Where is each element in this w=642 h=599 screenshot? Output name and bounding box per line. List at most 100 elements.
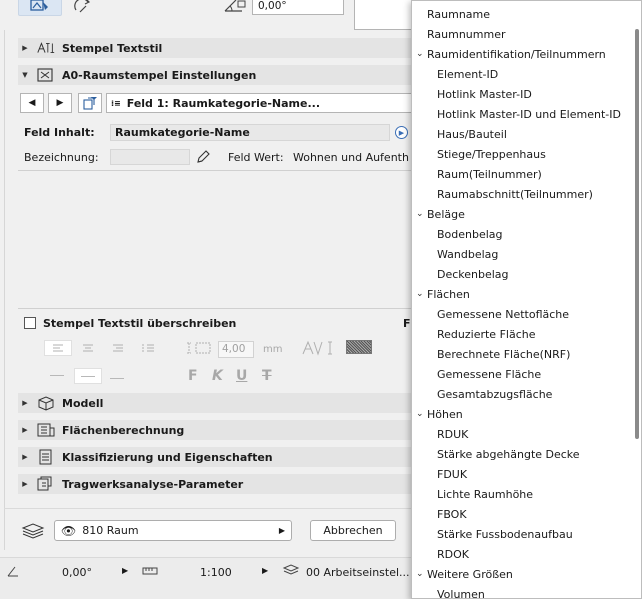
- text-size-input[interactable]: 4,00: [218, 341, 254, 358]
- menu-group-item[interactable]: ⌄ Weitere Größen: [412, 564, 632, 584]
- menu-item-label: FDUK: [437, 467, 468, 481]
- previous-field-button[interactable]: ◀: [20, 93, 44, 113]
- menu-group-item[interactable]: ⌄ Höhen: [412, 404, 632, 424]
- section-structural-analysis[interactable]: ▶ Tragwerksanalyse-Parameter: [18, 474, 418, 494]
- menu-item-label: Hotlink Master-ID und Element-ID: [437, 107, 621, 121]
- designation-input[interactable]: [110, 149, 190, 165]
- menu-item[interactable]: Gemessene Nettofläche: [412, 304, 632, 324]
- menu-item[interactable]: Hotlink Master-ID: [412, 84, 632, 104]
- menu-item-label: Raum(Teilnummer): [437, 167, 542, 181]
- edit-pencil-icon[interactable]: [194, 148, 212, 166]
- combo-arrow-icon: ▶: [278, 526, 285, 535]
- menu-item-label: Raumname: [427, 7, 491, 21]
- field-content-value[interactable]: Raumkategorie-Name: [110, 124, 390, 141]
- menu-item-label: Deckenbelag: [437, 267, 509, 281]
- field-selector-combo[interactable]: ⁞≡ Feld 1: Raumkategorie-Name...: [106, 93, 416, 113]
- view-layer-value: 810 Raum: [82, 524, 139, 537]
- menu-item-label: Stärke abgehängte Decke: [437, 447, 580, 461]
- line-style-medium-button[interactable]: [74, 368, 102, 384]
- structural-analysis-icon: [36, 476, 56, 492]
- menu-group-item[interactable]: ⌄ Beläge: [412, 204, 632, 224]
- field-value-text: Wohnen und Aufenthalt: [293, 151, 409, 164]
- menu-item[interactable]: Wandbelag: [412, 244, 632, 264]
- menu-item[interactable]: Haus/Bauteil: [412, 124, 632, 144]
- menu-item[interactable]: RDOK: [412, 544, 632, 564]
- menu-item[interactable]: Raumabschnitt(Teilnummer): [412, 184, 632, 204]
- menu-item-label: Weitere Größen: [427, 567, 513, 581]
- menu-item[interactable]: Lichte Raumhöhe: [412, 484, 632, 504]
- field-options-button[interactable]: [78, 93, 102, 113]
- menu-scrollbar[interactable]: [631, 1, 641, 598]
- expand-arrow-icon: ▶: [22, 453, 28, 461]
- menu-item-label: RDOK: [437, 547, 469, 561]
- align-justify-icon[interactable]: [138, 341, 160, 355]
- line-style-low-icon[interactable]: [110, 378, 124, 379]
- menu-item[interactable]: RDUK: [412, 424, 632, 444]
- field-content-label: Feld Inhalt:: [24, 126, 95, 139]
- status-angle[interactable]: 0,00°: [62, 566, 92, 579]
- pen-color-swatch[interactable]: [346, 340, 372, 354]
- font-letter-label: F: [403, 317, 411, 330]
- menu-item[interactable]: Raum(Teilnummer): [412, 164, 632, 184]
- status-arrow-icon[interactable]: ▶: [262, 566, 268, 575]
- menu-item[interactable]: Bodenbelag: [412, 224, 632, 244]
- menu-item-label: Raumidentifikation/Teilnummern: [427, 47, 606, 61]
- section-title: Klassifizierung und Eigenschaften: [62, 450, 273, 464]
- angle-status-icon: [6, 564, 20, 578]
- status-layer[interactable]: 00 Arbeitseinstel...: [306, 566, 410, 579]
- italic-button[interactable]: K: [212, 368, 223, 384]
- status-arrow-icon[interactable]: ▶: [122, 566, 128, 575]
- cancel-button[interactable]: Abbrechen: [310, 520, 396, 541]
- field-content-more-icon[interactable]: ▶: [395, 126, 408, 139]
- menu-item[interactable]: Stärke Fussbodenaufbau: [412, 524, 632, 544]
- menu-item[interactable]: Raumnummer: [412, 24, 632, 44]
- group-chevron-down-icon: ⌄: [416, 569, 424, 579]
- menu-group-item[interactable]: ⌄ Flächen: [412, 284, 632, 304]
- eye-icon: 👁: [61, 523, 77, 538]
- menu-item-label: FBOK: [437, 507, 467, 521]
- divider: [18, 170, 412, 171]
- align-right-icon[interactable]: [108, 341, 130, 355]
- favorites-icon[interactable]: [20, 522, 46, 540]
- section-title: A0-Raumstempel Einstellungen: [62, 68, 257, 82]
- menu-item[interactable]: Raumname: [412, 4, 632, 24]
- menu-item[interactable]: Gesamtabzugsfläche: [412, 384, 632, 404]
- align-center-icon[interactable]: [78, 341, 100, 355]
- rotate-tool-icon[interactable]: [72, 0, 96, 16]
- section-stamp-textstyle[interactable]: ▶ Stempel Textstil: [18, 38, 418, 58]
- status-scale[interactable]: 1:100: [200, 566, 232, 579]
- menu-item[interactable]: FDUK: [412, 464, 632, 484]
- override-textstyle-checkbox[interactable]: [24, 317, 36, 329]
- menu-scrollbar-thumb[interactable]: [635, 29, 639, 439]
- menu-item[interactable]: Volumen: [412, 584, 632, 599]
- menu-item[interactable]: FBOK: [412, 504, 632, 524]
- section-zone-stamp-settings[interactable]: ▼ A0-Raumstempel Einstellungen: [18, 65, 418, 85]
- underline-button[interactable]: U: [236, 368, 247, 384]
- align-left-button[interactable]: [44, 340, 72, 356]
- strikethrough-button[interactable]: T: [262, 368, 272, 384]
- zone-tool-button[interactable]: [18, 0, 62, 16]
- menu-group-item[interactable]: ⌄ Raumidentifikation/Teilnummern: [412, 44, 632, 64]
- section-classification[interactable]: ▶ Klassifizierung und Eigenschaften: [18, 447, 418, 467]
- menu-item-label: Haus/Bauteil: [437, 127, 507, 141]
- menu-item[interactable]: Berechnete Fläche(NRF): [412, 344, 632, 364]
- designation-label: Bezeichnung:: [24, 151, 99, 164]
- text-cursor-icon[interactable]: [326, 340, 340, 356]
- view-layer-combo[interactable]: 👁 810 Raum ▶: [54, 520, 292, 541]
- next-field-button[interactable]: ▶: [48, 93, 72, 113]
- section-area-calculation[interactable]: ▶ Flächenberechnung: [18, 420, 418, 440]
- menu-item[interactable]: Gemessene Fläche: [412, 364, 632, 384]
- menu-item[interactable]: Reduzierte Fläche: [412, 324, 632, 344]
- line-style-thin-icon[interactable]: [50, 375, 64, 376]
- menu-item[interactable]: Deckenbelag: [412, 264, 632, 284]
- rotation-angle-field[interactable]: 0,00°: [252, 0, 344, 15]
- menu-item[interactable]: Stärke abgehängte Decke: [412, 444, 632, 464]
- font-icon[interactable]: [302, 340, 324, 356]
- menu-item[interactable]: Stiege/Treppenhaus: [412, 144, 632, 164]
- menu-item[interactable]: Hotlink Master-ID und Element-ID: [412, 104, 632, 124]
- menu-item-label: Raumabschnitt(Teilnummer): [437, 187, 593, 201]
- collapse-arrow-icon: ▼: [22, 71, 28, 79]
- menu-item[interactable]: Element-ID: [412, 64, 632, 84]
- section-model[interactable]: ▶ Modell: [18, 393, 418, 413]
- bold-button[interactable]: F: [188, 368, 198, 384]
